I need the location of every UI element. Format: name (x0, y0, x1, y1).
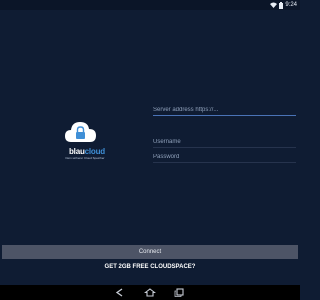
logo-tagline: Dein sicherer Cloud Speicher (65, 156, 105, 160)
home-icon[interactable] (144, 288, 156, 297)
recent-apps-icon[interactable] (174, 288, 186, 297)
cloud-lock-icon (65, 122, 96, 142)
connect-button[interactable]: Connect (2, 245, 298, 259)
login-screen: blaucloud Dein sicherer Cloud Speicher C… (0, 10, 300, 285)
wifi-icon (270, 2, 278, 8)
battery-icon (279, 1, 284, 9)
back-icon[interactable] (114, 288, 126, 297)
navigation-bar (0, 285, 300, 300)
logo-wordmark-cloud: cloud (84, 147, 106, 156)
password-input[interactable] (153, 151, 296, 163)
server-address-input[interactable] (153, 104, 296, 116)
free-cloudspace-link[interactable]: GET 2GB FREE CLOUDSPACE? (0, 264, 300, 270)
status-time: 9:24 (285, 2, 297, 8)
username-input[interactable] (153, 136, 296, 148)
logo-wordmark-blau: blau (69, 147, 85, 156)
status-bar: 9:24 (0, 0, 300, 10)
logo-wordmark: blaucloud (57, 147, 117, 156)
status-icons: 9:24 (270, 1, 297, 9)
